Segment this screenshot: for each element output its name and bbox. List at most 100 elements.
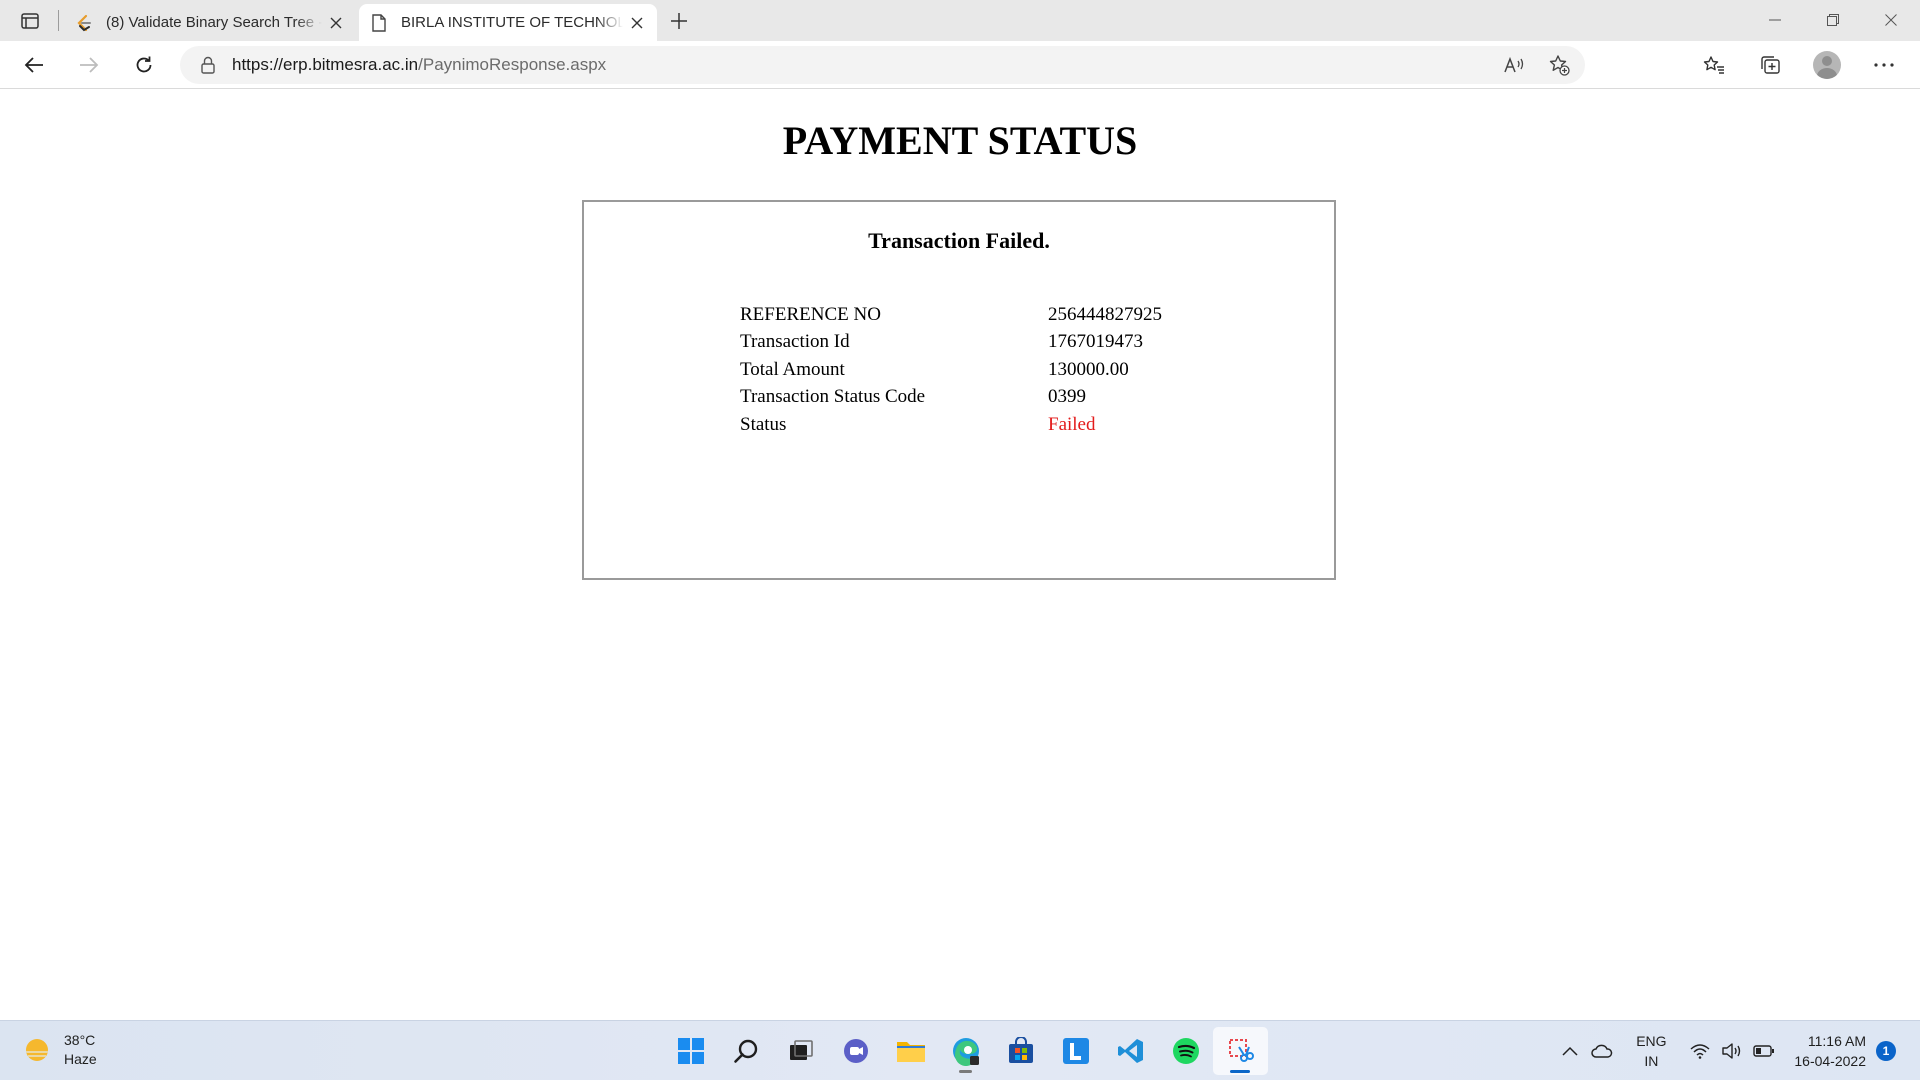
file-explorer-button[interactable] xyxy=(883,1027,938,1075)
chat-button[interactable] xyxy=(828,1027,883,1075)
collections-icon xyxy=(1761,56,1780,74)
back-button[interactable] xyxy=(16,47,52,83)
search-button[interactable] xyxy=(718,1027,773,1075)
add-favorite-button[interactable] xyxy=(1541,47,1577,83)
close-tab-icon[interactable] xyxy=(623,9,651,37)
refresh-button[interactable] xyxy=(126,47,162,83)
start-button[interactable] xyxy=(663,1027,718,1075)
url-path: /PaynimoResponse.aspx xyxy=(418,55,607,74)
clock-time: 11:16 AM xyxy=(1807,1033,1866,1049)
read-aloud-icon xyxy=(1504,56,1524,73)
tab-leetcode[interactable]: (8) Validate Binary Search Tree - LeetCo… xyxy=(64,4,356,41)
battery-button[interactable] xyxy=(1748,1031,1780,1071)
total-amount-label: Total Amount xyxy=(740,358,845,380)
transaction-result-heading: Transaction Failed. xyxy=(868,228,1050,253)
store-icon xyxy=(1008,1037,1033,1063)
wifi-icon xyxy=(1690,1044,1710,1059)
weather-temperature: 38°C xyxy=(64,1032,96,1048)
system-tray: ENG IN 11:16 AM 16-04-2022 1 xyxy=(1554,1021,1920,1080)
taskbar: 38°C Haze ENG IN 11:16 AM 16-04-2022 1 xyxy=(0,1020,1920,1080)
url-text[interactable]: https://erp.bitmesra.ac.in/PaynimoRespon… xyxy=(232,55,1497,75)
lock-icon[interactable] xyxy=(198,55,218,75)
reference-no-label: REFERENCE NO xyxy=(740,303,881,325)
total-amount-value: 130000.00 xyxy=(1048,358,1129,380)
volume-button[interactable] xyxy=(1716,1031,1748,1071)
language-region: IN xyxy=(1644,1053,1659,1069)
browser-toolbar: https://erp.bitmesra.ac.in/PaynimoRespon… xyxy=(0,41,1920,89)
onedrive-button[interactable] xyxy=(1586,1031,1618,1071)
close-window-button[interactable] xyxy=(1862,0,1920,40)
vscode-button[interactable] xyxy=(1103,1027,1158,1075)
address-bar[interactable]: https://erp.bitmesra.ac.in/PaynimoRespon… xyxy=(180,46,1585,84)
tab-bit-erp[interactable]: BIRLA INSTITUTE OF TECHNOLOGY xyxy=(359,4,657,41)
table-row: REFERENCE NO 256444827925 xyxy=(740,301,1162,329)
show-hidden-icons-button[interactable] xyxy=(1554,1031,1586,1071)
tab-actions-button[interactable] xyxy=(12,8,48,34)
minimize-button[interactable] xyxy=(1746,0,1804,40)
task-view-icon xyxy=(789,1040,813,1060)
tab-title: BIRLA INSTITUTE OF TECHNOLOGY xyxy=(401,14,623,31)
file-explorer-icon xyxy=(896,1042,925,1062)
weather-widget[interactable]: 38°C Haze xyxy=(24,1031,97,1069)
snipping-tool-button[interactable] xyxy=(1213,1027,1268,1075)
transaction-id-label: Transaction Id xyxy=(740,331,850,353)
chevron-up-icon xyxy=(1562,1046,1578,1056)
transaction-id-value: 1767019473 xyxy=(1048,331,1143,353)
reference-no-value: 256444827925 xyxy=(1048,303,1162,325)
spotify-button[interactable] xyxy=(1158,1027,1213,1075)
edge-button[interactable] xyxy=(938,1027,993,1075)
avatar xyxy=(1813,51,1841,79)
status-value: Failed xyxy=(1048,413,1096,435)
status-label: Status xyxy=(740,413,787,435)
collections-button[interactable] xyxy=(1752,47,1788,83)
new-tab-button[interactable] xyxy=(663,7,695,35)
close-tab-icon[interactable] xyxy=(322,9,350,37)
clock-date: 16-04-2022 xyxy=(1794,1053,1866,1069)
status-code-value: 0399 xyxy=(1048,386,1086,408)
taskbar-apps xyxy=(663,1027,1268,1075)
table-row: Status Failed xyxy=(740,411,1162,439)
language-indicator[interactable]: ENG IN xyxy=(1626,1031,1676,1071)
read-aloud-button[interactable] xyxy=(1497,47,1533,83)
store-button[interactable] xyxy=(993,1027,1048,1075)
table-row: Transaction Status Code 0399 xyxy=(740,384,1162,412)
notification-badge[interactable]: 1 xyxy=(1876,1041,1896,1061)
task-view-button[interactable] xyxy=(773,1027,828,1075)
refresh-icon xyxy=(136,56,152,73)
l-app-icon xyxy=(1062,1038,1089,1064)
onedrive-cloud-icon xyxy=(1591,1044,1613,1058)
table-row: Total Amount 130000.00 xyxy=(740,356,1162,384)
back-arrow-icon xyxy=(24,57,43,73)
language-code: ENG xyxy=(1636,1033,1667,1049)
l-app-button[interactable] xyxy=(1048,1027,1103,1075)
search-icon xyxy=(733,1039,757,1063)
more-icon xyxy=(1874,63,1894,67)
tab-separator xyxy=(58,10,59,31)
forward-arrow-icon xyxy=(80,57,99,73)
page-title: PAYMENT STATUS xyxy=(782,118,1138,163)
running-indicator xyxy=(959,1070,972,1073)
leetcode-icon xyxy=(74,13,94,33)
profile-button[interactable] xyxy=(1809,47,1845,83)
edge-icon xyxy=(952,1038,979,1066)
url-host: https://erp.bitmesra.ac.in xyxy=(232,55,419,74)
clock[interactable]: 11:16 AM 16-04-2022 xyxy=(1794,1031,1866,1071)
forward-button[interactable] xyxy=(71,47,107,83)
favorites-button[interactable] xyxy=(1696,47,1732,83)
vscode-icon xyxy=(1117,1039,1143,1063)
plus-icon xyxy=(671,13,687,29)
restore-button[interactable] xyxy=(1804,0,1862,40)
snipping-tool-icon xyxy=(1228,1039,1254,1062)
spotify-icon xyxy=(1172,1038,1199,1064)
settings-menu-button[interactable] xyxy=(1866,47,1902,83)
tab-actions-icon xyxy=(21,13,39,29)
page-content: PAYMENT STATUS Transaction Failed. REFER… xyxy=(0,90,1920,1020)
battery-icon xyxy=(1753,1045,1775,1057)
tab-strip: (8) Validate Binary Search Tree - LeetCo… xyxy=(0,0,1920,41)
weather-condition: Haze xyxy=(64,1051,97,1067)
haze-sun-icon xyxy=(26,1039,48,1061)
restore-icon xyxy=(1827,14,1839,26)
volume-icon xyxy=(1722,1043,1741,1059)
close-icon xyxy=(1885,14,1897,26)
wifi-button[interactable] xyxy=(1684,1031,1716,1071)
